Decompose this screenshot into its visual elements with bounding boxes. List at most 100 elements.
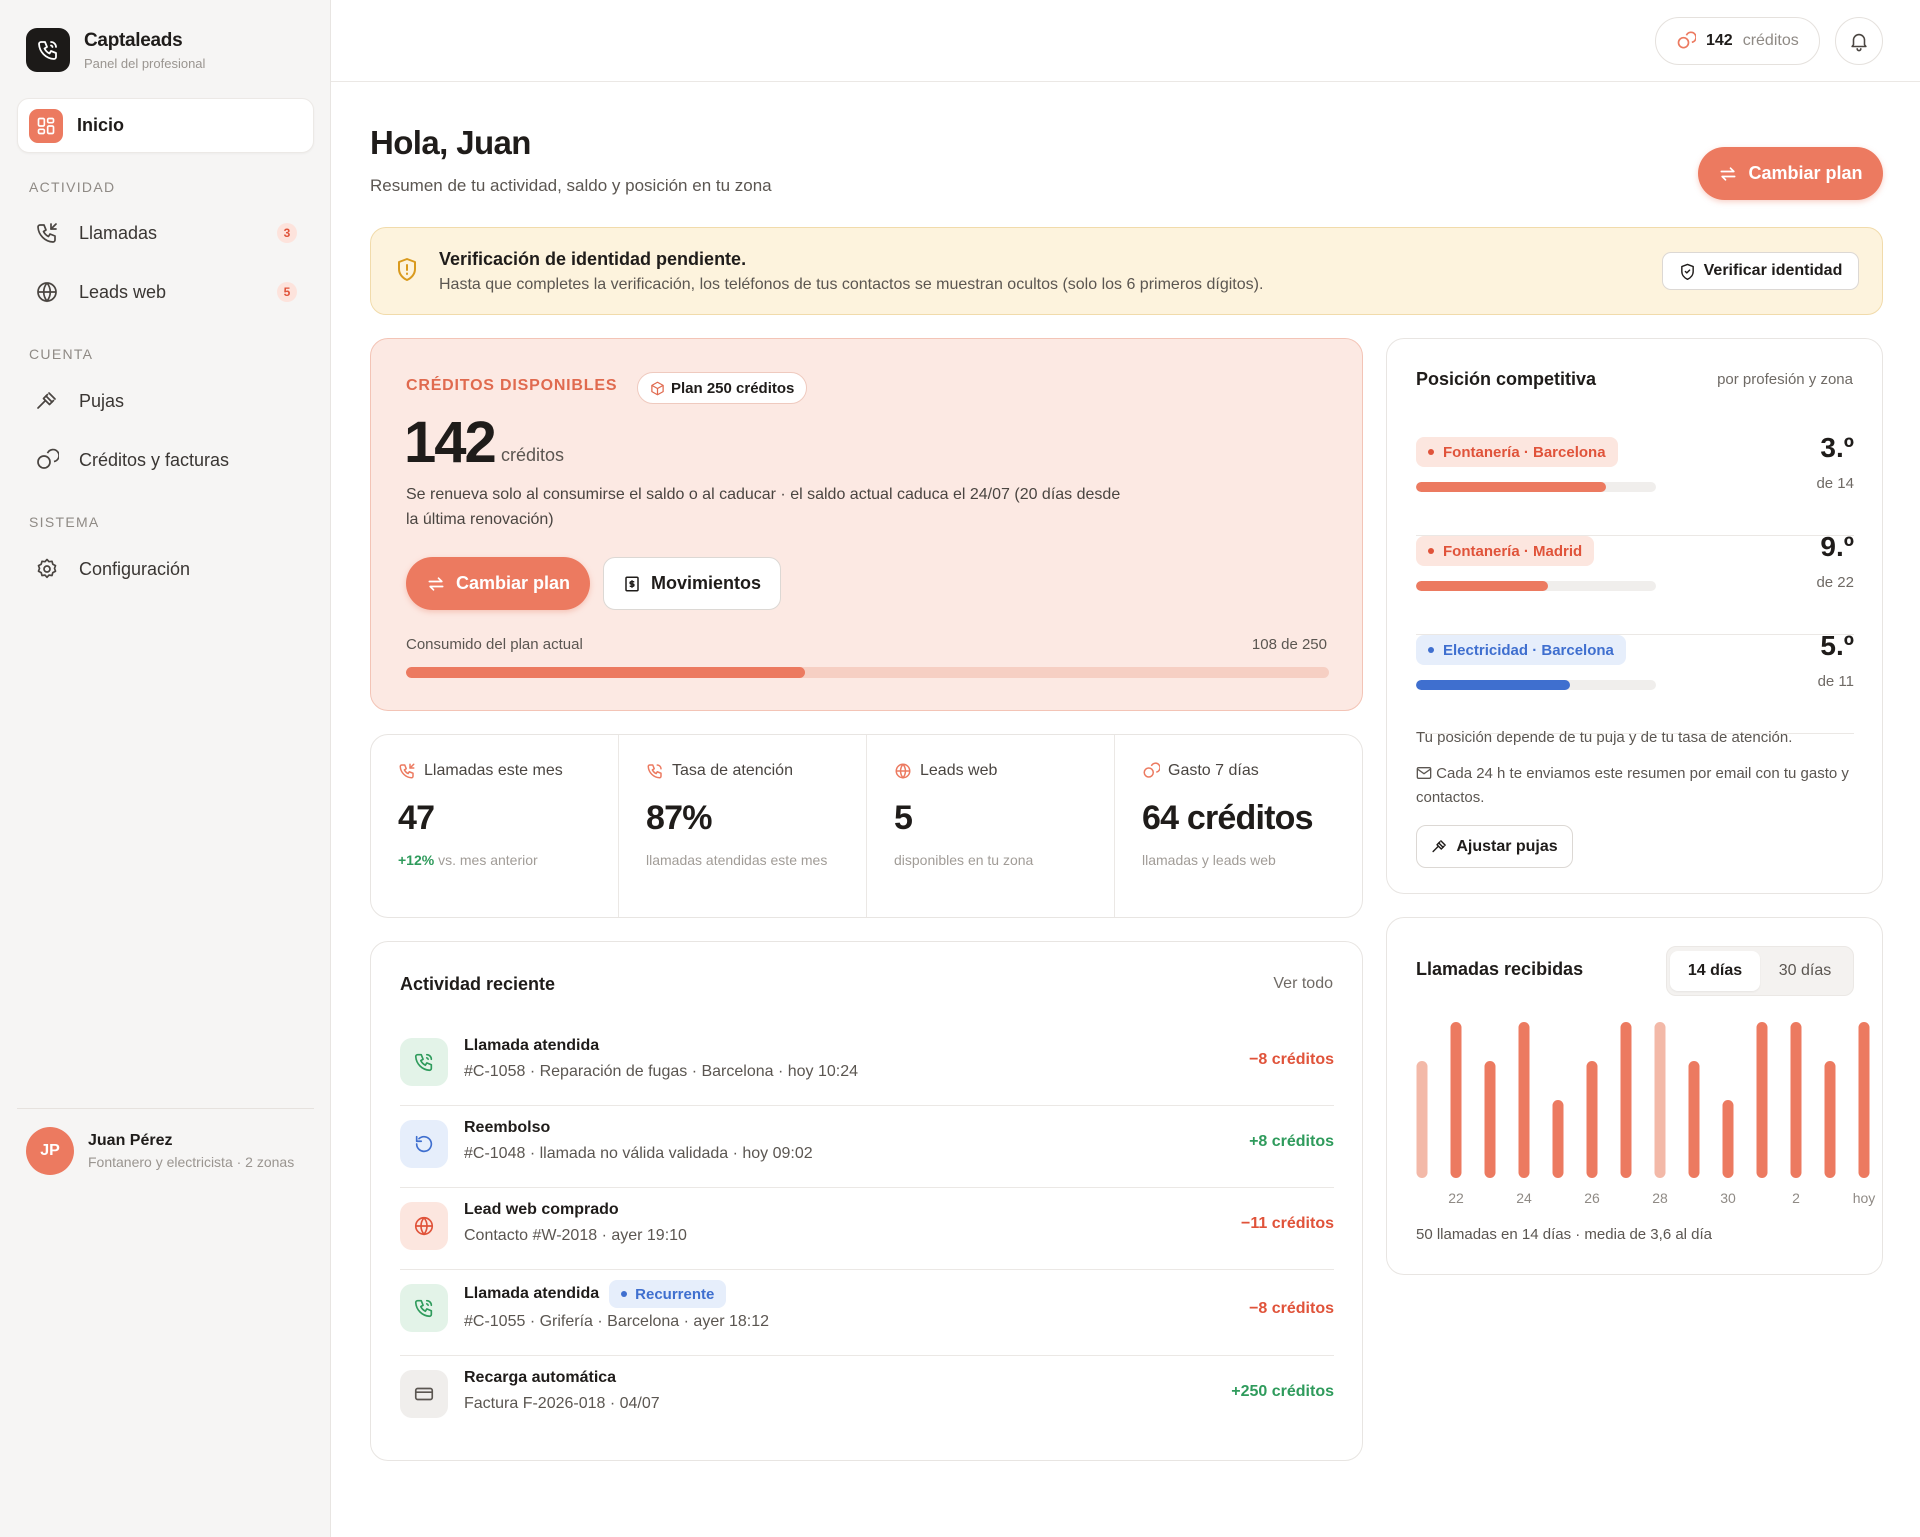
activity-detail: #C-1048 · llamada no válida validada · h… [464,1145,813,1162]
stat-sub: llamadas atendidas este mes [646,852,828,868]
receipt-icon [623,575,641,593]
calls-bar-chart: 22 24 26 28 30 2 hoy [1416,1022,1875,1206]
alert-text: Hasta que completes la verificación, los… [439,276,1264,293]
stats-row: Llamadas este mes 47 +12% vs. mes anteri… [370,734,1363,918]
activity-title: Llamada atendida [464,1037,600,1054]
activity-title: Reembolso [464,1119,551,1136]
stat-label: Llamadas este mes [424,762,563,779]
count-badge: 3 [277,223,297,243]
recurring-tag: Recurrente [609,1280,727,1308]
position-bar [1416,482,1656,492]
sidebar-item-calls[interactable]: Llamadas 3 [17,208,314,258]
activity-detail: Contacto #W-2018 · ayer 19:10 [464,1227,687,1244]
user-role: Fontanero y electricista · 2 zonas [88,1154,295,1170]
activity-amount: −8 créditos [1249,1051,1334,1068]
chart-bar [1552,1100,1564,1178]
swap-icon [1718,164,1738,184]
recent-activity-card: Actividad reciente Ver todo Llamada aten… [370,941,1363,1461]
position-bar [1416,680,1656,690]
activity-row[interactable]: Llamada atendida #C-1058 · Reparación de… [400,1024,1334,1106]
calls-chart-card: Llamadas recibidas 14 días 30 días 22 24 2… [1386,917,1883,1275]
rank-total: de 14 [1816,475,1854,492]
gear-icon [35,557,59,581]
credits-count: 142 [1706,32,1733,49]
tab-14-days[interactable]: 14 días [1670,951,1760,991]
brand-name: Captaleads [84,29,183,51]
section-label-account: CUENTA [29,346,94,362]
section-label-system: SISTEMA [29,514,100,530]
view-all-link[interactable]: Ver todo [1273,975,1333,993]
sidebar-item-credits[interactable]: Créditos y facturas [17,435,314,485]
rank-total: de 11 [1817,673,1854,690]
x-tick-label: 30 [1720,1190,1736,1206]
stat-sub: llamadas y leads web [1142,852,1276,868]
stat-sub: disponibles en tu zona [894,852,1034,868]
credits-unit: créditos [1742,32,1799,49]
button-label: Movimientos [650,573,761,593]
user-profile[interactable]: JP Juan Pérez Fontanero y electricista ·… [26,1127,294,1175]
plan-badge-label: Plan 250 créditos [671,379,795,397]
chart-title: Llamadas recibidas [1416,959,1584,979]
chart-bar [1756,1022,1768,1178]
zone-label: Fontanería · Madrid [1443,542,1583,560]
dashboard-icon [29,108,63,143]
globe-icon [894,762,912,780]
chart-bar [1620,1022,1632,1178]
position-row: Fontanería · Madrid 9.º de 22 [1416,531,1854,635]
mail-icon [1416,766,1432,780]
notifications-button[interactable] [1835,17,1883,65]
sidebar-item-settings[interactable]: Configuración [17,544,314,594]
email-note: Cada 24 h te enviamos este resumen por e… [1416,762,1856,810]
sidebar-item-bids[interactable]: Pujas [17,376,314,426]
credits-unit: créditos [501,445,565,465]
position-row: Electricidad · Barcelona 5.º de 11 [1416,630,1854,734]
gavel-icon [35,389,59,413]
swap-icon [426,574,446,594]
change-plan-button[interactable]: Cambiar plan [1698,147,1883,200]
coins-icon [35,448,59,472]
activity-title: Recarga automática [464,1369,617,1386]
sidebar-item-leads[interactable]: Leads web 5 [17,267,314,317]
gavel-icon [1431,838,1448,855]
stat-value: 47 [398,799,435,837]
stat-sub: vs. mes anterior [434,852,538,868]
verify-identity-button[interactable]: Verificar identidad [1662,252,1859,290]
bell-icon [1848,30,1870,52]
x-tick-label: 24 [1516,1190,1532,1206]
button-label: Cambiar plan [455,573,571,593]
section-title: Actividad reciente [400,974,556,994]
sidebar-item-home[interactable]: Inicio [17,98,314,153]
position-bar [1416,581,1656,591]
brand[interactable]: Captaleads Panel del profesional [26,28,205,72]
verification-alert: Verificación de identidad pendiente. Has… [370,227,1883,315]
alert-title: Verificación de identidad pendiente. [439,249,747,269]
section-subtitle: por profesión y zona [1717,371,1853,388]
position-row: Fontanería · Barcelona 3.º de 14 [1416,432,1854,536]
credits-pill[interactable]: 142 créditos [1655,17,1820,65]
stat-change: +12% [398,852,435,868]
brand-subtitle: Panel del profesional [84,55,206,71]
x-tick-label: 28 [1652,1190,1668,1206]
sidebar-item-label: Inicio [77,115,125,135]
activity-row[interactable]: Reembolso #C-1048 · llamada no válida va… [400,1106,1334,1188]
stat-web-leads: Leads web 5 disponibles en tu zona [867,735,1115,917]
movements-button[interactable]: Movimientos [603,557,781,610]
activity-row[interactable]: Llamada atendida Recurrente #C-1055 · Gr… [400,1270,1334,1356]
phone-incoming-icon [398,762,416,780]
consumed-progress-bar [406,667,1329,678]
consumed-value: 108 de 250 [1251,636,1327,653]
tab-30-days[interactable]: 30 días [1760,951,1850,991]
activity-row[interactable]: Lead web comprado Contacto #W-2018 · aye… [400,1188,1334,1270]
x-tick-label: 26 [1584,1190,1600,1206]
activity-row[interactable]: Recarga automática Factura F-2026-018 · … [400,1356,1334,1438]
sidebar-item-label: Llamadas [79,222,158,243]
adjust-bids-button[interactable]: Ajustar pujas [1416,825,1573,868]
chart-bar [1450,1022,1462,1178]
x-tick-label: 2 [1792,1190,1800,1206]
coins-icon [1142,762,1160,780]
refund-icon [400,1120,448,1168]
section-label-activity: ACTIVIDAD [29,179,116,195]
change-plan-button[interactable]: Cambiar plan [406,557,590,610]
avatar: JP [26,1127,74,1175]
position-note: Tu posición depende de tu puja y de tu t… [1416,729,1793,746]
